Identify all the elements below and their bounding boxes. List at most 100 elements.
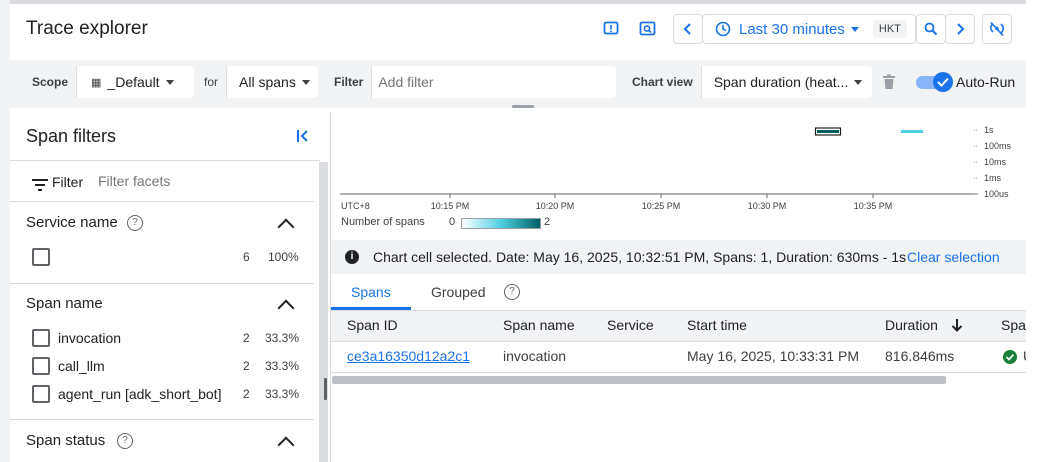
legend-gradient <box>461 218 541 229</box>
checkbox-agent-run[interactable] <box>32 385 50 403</box>
x-tick-label: 10:25 PM <box>642 201 681 211</box>
selection-message: Chart cell selected. Date: May 16, 2025,… <box>373 249 907 265</box>
span-filters-panel: Span filters Filter Service name ? 6 100… <box>10 112 331 462</box>
facet-percent: 33.3% <box>265 359 300 373</box>
column-header-span-id[interactable]: Span ID <box>347 317 398 333</box>
span-filters-title: Span filters <box>26 126 117 146</box>
filter-field[interactable]: Filter <box>326 66 616 98</box>
clear-selection-link[interactable]: Clear selection <box>907 249 1000 265</box>
span-duration-heatmap[interactable]: UTC+8 10:15 PM 10:20 PM 10:25 PM 10:30 PM 10:… <box>330 112 1026 240</box>
results-tabs: Spans Grouped ? <box>331 276 1026 311</box>
check-icon <box>937 77 949 87</box>
x-tick-label: 10:30 PM <box>748 201 787 211</box>
divider <box>10 160 320 161</box>
active-tab-indicator <box>331 307 411 310</box>
y-tick-label: 100us <box>984 189 1009 199</box>
facet-label: agent_run [adk_short_bot] <box>58 386 222 402</box>
column-header-status[interactable]: Spa <box>1001 317 1026 333</box>
span-type-value: All spans <box>239 74 296 90</box>
for-label: for <box>196 66 228 98</box>
help-icon[interactable]: ? <box>117 433 133 449</box>
checkbox-invocation[interactable] <box>32 329 50 347</box>
live-off-button[interactable] <box>982 14 1012 44</box>
dropdown-arrow-icon <box>165 79 174 85</box>
section-title-span-name: Span name <box>26 295 103 312</box>
column-header-duration[interactable]: Duration <box>885 317 938 333</box>
section-title-service-name: Service name <box>26 214 118 231</box>
bucket-icon: ▦ <box>91 76 102 89</box>
dropdown-arrow-icon <box>301 79 310 85</box>
info-icon: i <box>345 250 359 264</box>
left-edge-strip <box>0 0 10 462</box>
x-tick-label: 10:15 PM <box>431 201 470 211</box>
column-header-span-name[interactable]: Span name <box>503 317 575 333</box>
y-tick-label: 100ms <box>984 141 1012 151</box>
span-type-selector[interactable]: for All spans <box>196 66 318 98</box>
scope-value: _Default <box>107 74 160 90</box>
status-ok-icon <box>1003 350 1017 364</box>
checkbox-service[interactable] <box>32 248 50 266</box>
collapse-panel-icon[interactable] <box>296 129 310 148</box>
facet-count: 2 <box>243 359 250 373</box>
stream-off-icon <box>989 21 1005 37</box>
time-back-button[interactable] <box>673 14 703 44</box>
sort-descending-icon[interactable] <box>951 318 963 337</box>
screenshot-search-icon[interactable] <box>636 18 658 40</box>
chevron-up-icon[interactable] <box>277 299 295 317</box>
sidebar-resize-handle[interactable] <box>324 378 327 400</box>
scope-selector[interactable]: Scope ▦ _Default <box>24 66 194 98</box>
divider <box>10 283 314 284</box>
panel-resize-handle[interactable] <box>512 105 534 108</box>
auto-run-toggle[interactable] <box>916 72 953 92</box>
feedback-icon[interactable] <box>600 18 622 40</box>
facet-percent: 33.3% <box>265 331 300 345</box>
y-tick-label: 10ms <box>984 157 1007 167</box>
chevron-up-icon[interactable] <box>277 436 295 454</box>
span-id-link[interactable]: ce3a16350d12a2c1 <box>347 348 470 364</box>
help-icon[interactable]: ? <box>504 284 520 300</box>
heatmap-cell[interactable] <box>817 130 839 133</box>
facet-label: invocation <box>58 330 122 346</box>
table-horizontal-scrollbar[interactable] <box>332 376 946 384</box>
facet-label: call_llm <box>58 358 105 374</box>
filter-label: Filter <box>326 66 373 98</box>
checkbox-call-llm[interactable] <box>32 357 50 375</box>
tab-spans[interactable]: Spans <box>351 284 391 300</box>
page-title: Trace explorer <box>26 18 148 39</box>
delete-icon[interactable] <box>882 74 896 95</box>
table-header: Span ID Span name Service Start time Dur… <box>331 311 1026 342</box>
y-tick-label: 1ms <box>984 173 1002 183</box>
timezone-axis-label: UTC+8 <box>341 201 370 211</box>
right-edge-strip <box>1026 0 1040 462</box>
chart-view-selector[interactable]: Chart view Span duration (heat... <box>624 66 872 98</box>
filter-input[interactable] <box>376 73 611 91</box>
x-tick-label: 10:20 PM <box>536 201 575 211</box>
x-tick-label: 10:35 PM <box>854 201 893 211</box>
facet-filter-input[interactable] <box>96 172 300 190</box>
sidebar-scrollbar[interactable] <box>319 162 328 462</box>
legend-max: 2 <box>544 216 551 228</box>
facet-count: 2 <box>243 387 250 401</box>
facet-percent: 100% <box>268 250 299 264</box>
help-icon[interactable]: ? <box>127 215 143 231</box>
zoom-search-button[interactable] <box>916 14 946 44</box>
tab-grouped[interactable]: Grouped <box>431 284 485 300</box>
trace-explorer-window: Trace explorer Last 30 minutes HKT Scope… <box>10 4 1026 462</box>
heatmap-cell[interactable] <box>901 130 923 133</box>
column-header-service[interactable]: Service <box>607 317 654 333</box>
legend-min: 0 <box>449 216 456 228</box>
facet-percent: 33.3% <box>265 387 300 401</box>
clock-icon <box>715 21 731 37</box>
chart-view-value: Span duration (heat... <box>713 74 849 90</box>
facet-filter-label: Filter <box>52 174 84 190</box>
table-row[interactable]: ce3a16350d12a2c1 invocation May 16, 2025… <box>331 342 1026 373</box>
time-forward-button[interactable] <box>945 14 975 44</box>
facet-count: 2 <box>243 331 250 345</box>
column-header-start-time[interactable]: Start time <box>687 317 747 333</box>
duration-cell: 816.846ms <box>885 348 955 364</box>
chevron-up-icon[interactable] <box>277 218 295 236</box>
facet-count: 6 <box>243 250 250 264</box>
chart-view-label: Chart view <box>624 66 702 98</box>
section-title-span-status: Span status <box>26 432 106 449</box>
time-range-picker[interactable]: Last 30 minutes HKT <box>702 14 916 44</box>
